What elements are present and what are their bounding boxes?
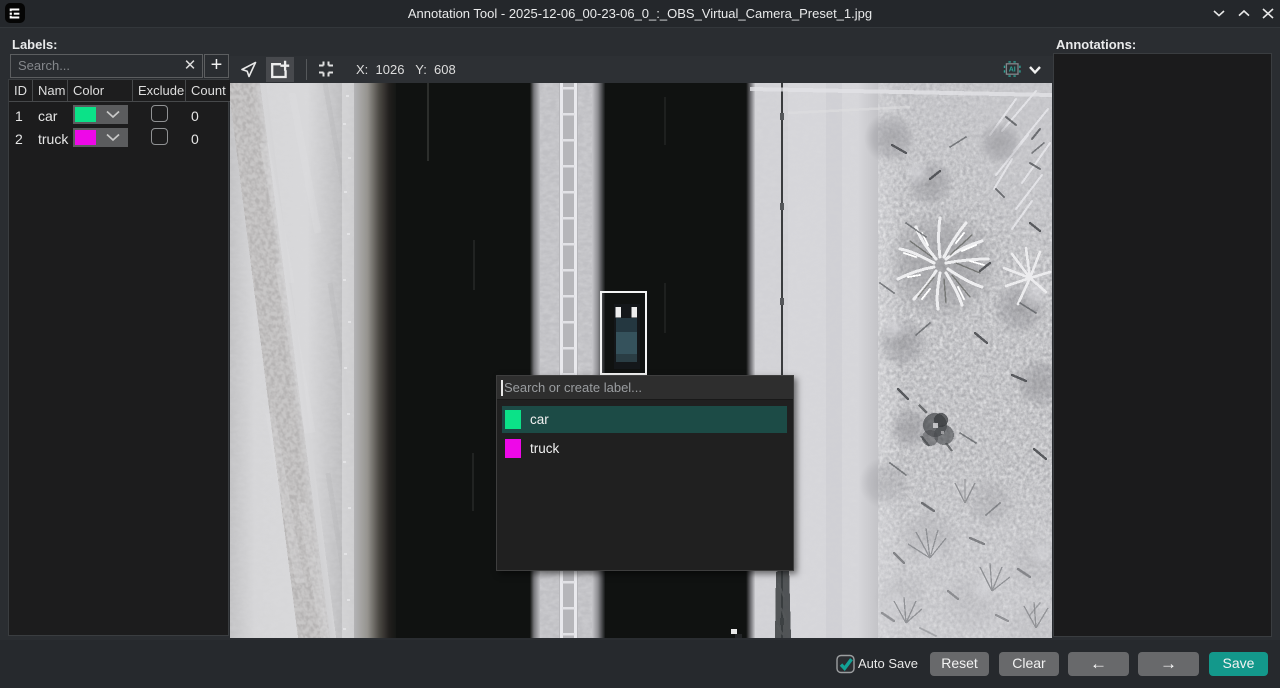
svg-text:AI: AI (1009, 67, 1016, 74)
